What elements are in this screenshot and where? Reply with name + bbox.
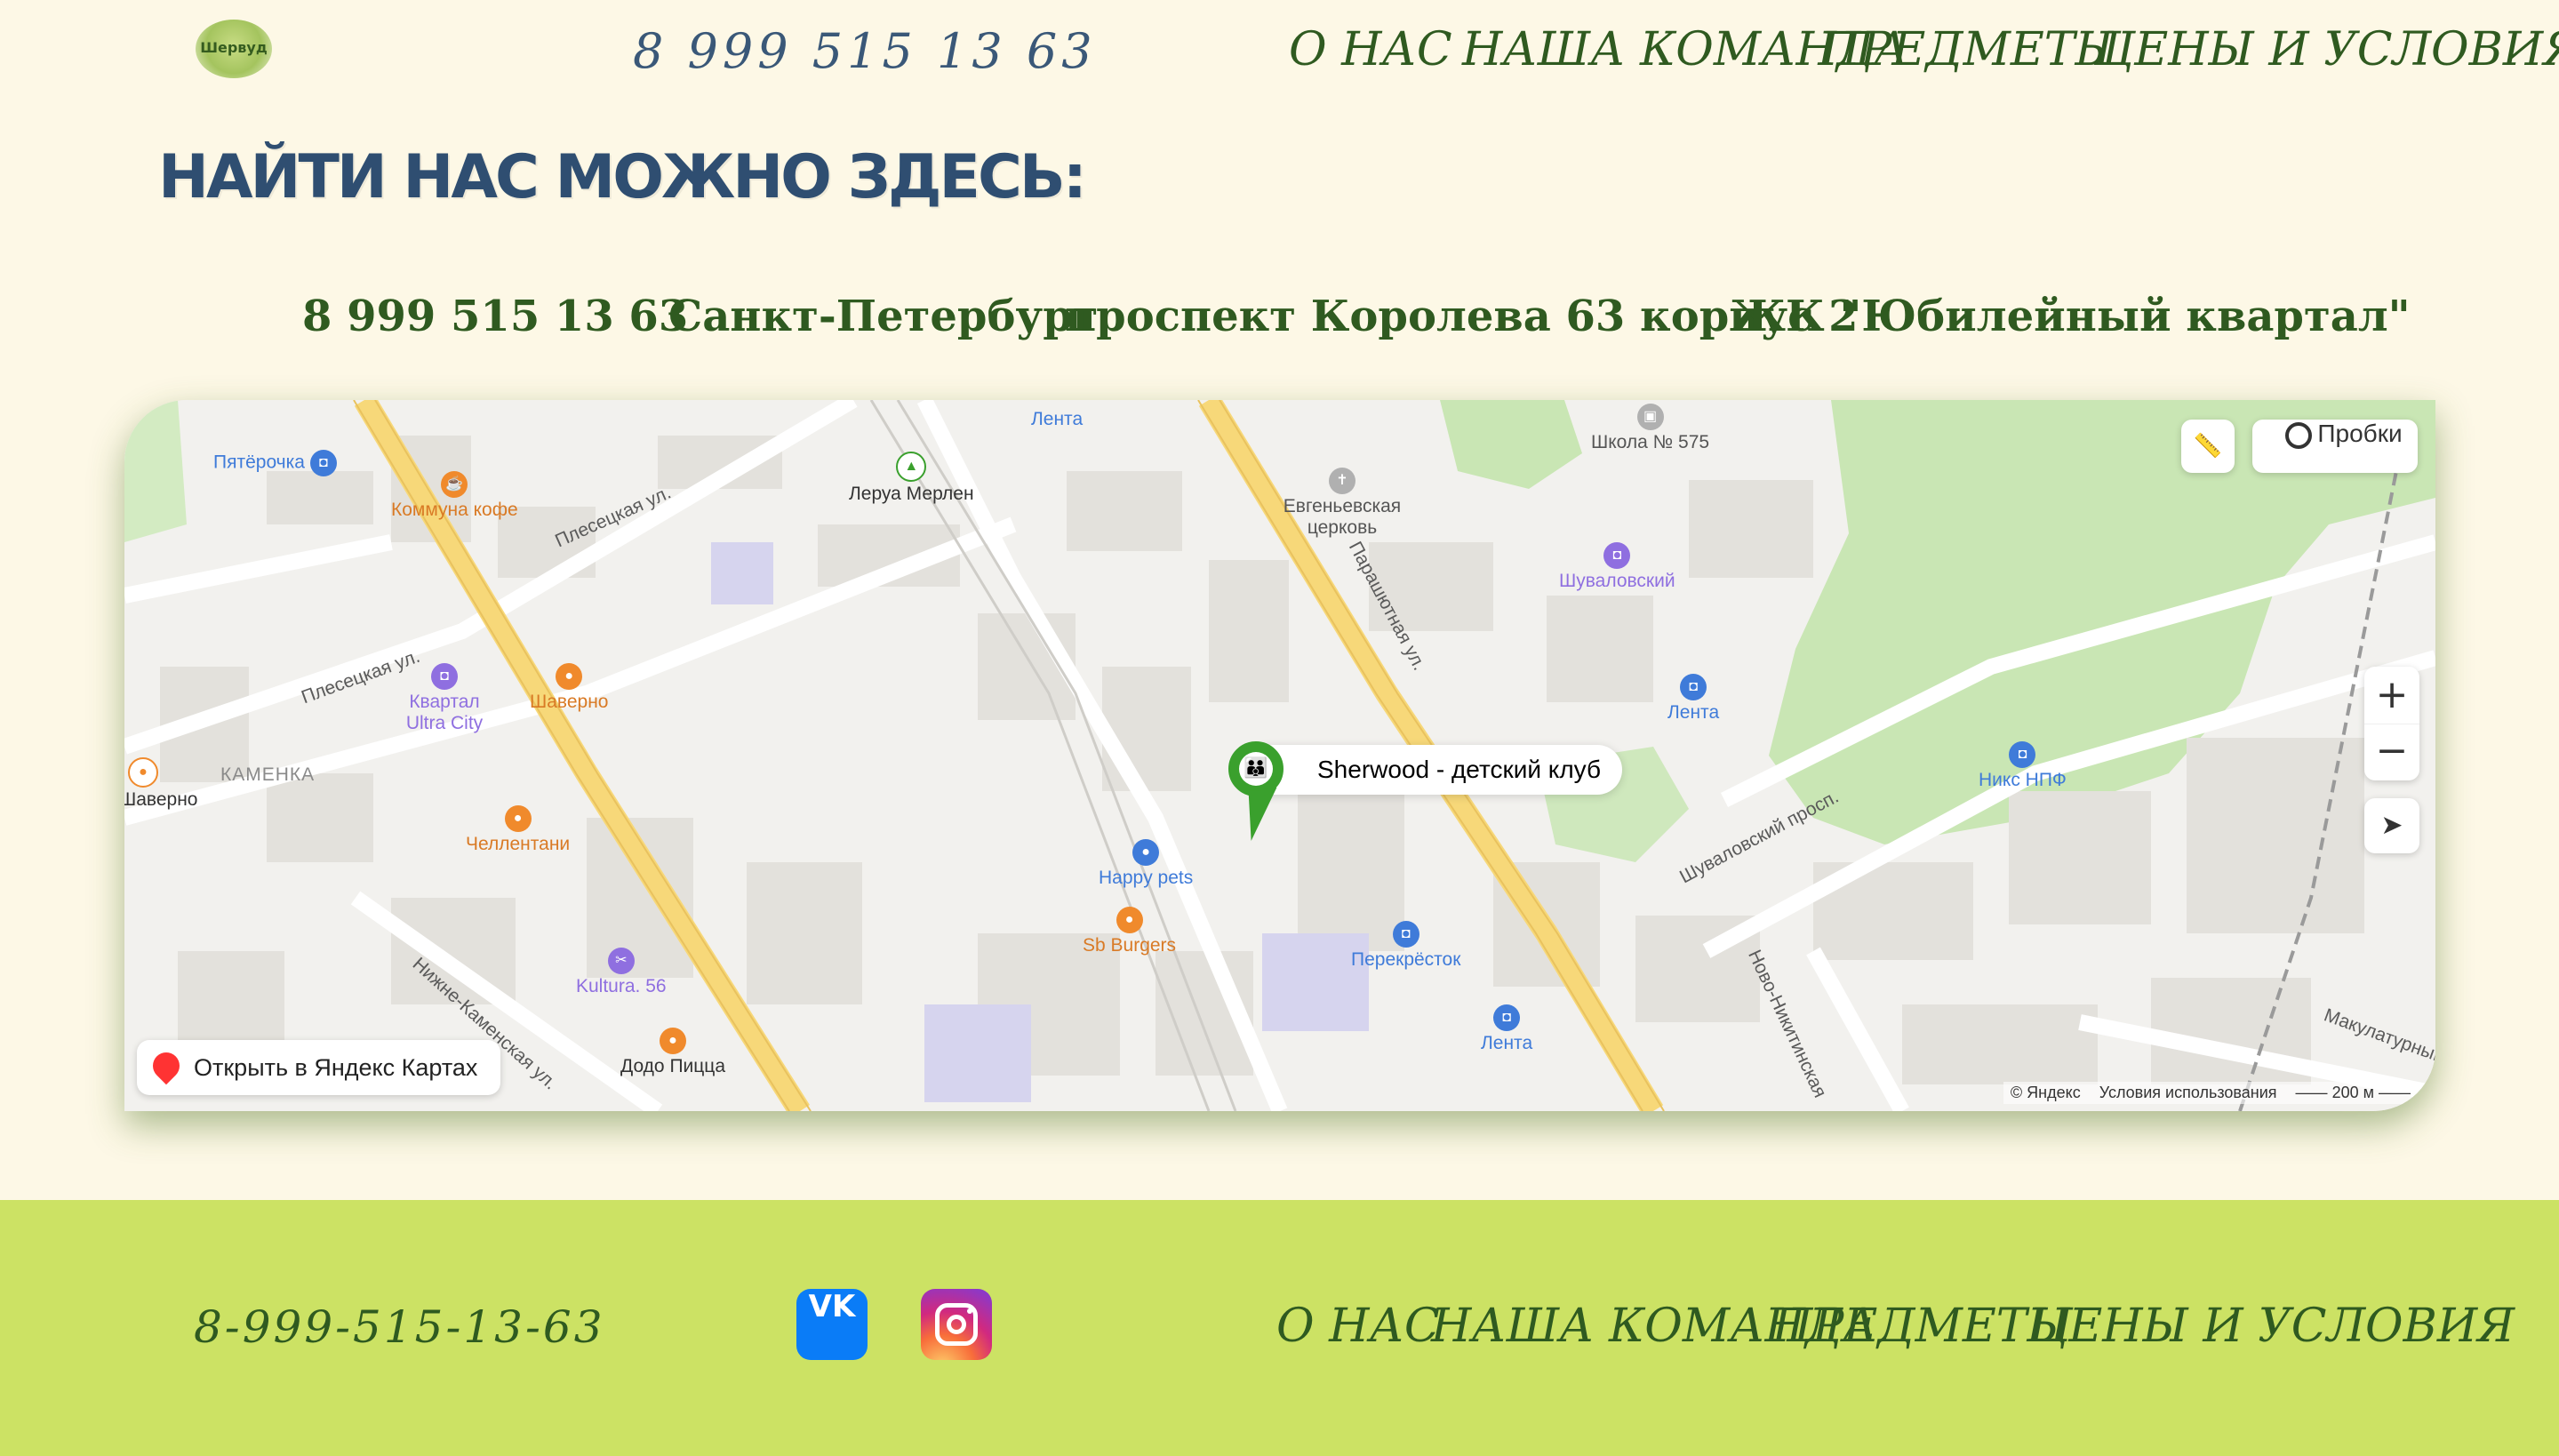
paw-icon: ● bbox=[1132, 839, 1160, 866]
scale-text: 200 м bbox=[2331, 1084, 2374, 1101]
traffic-label: Пробки bbox=[2317, 420, 2403, 447]
poi[interactable]: ◘ Шуваловский bbox=[1559, 542, 1675, 592]
poi[interactable]: ● Додо Пицца bbox=[620, 1028, 725, 1077]
place-name: Sherwood - детский клуб bbox=[1317, 756, 1602, 783]
contact-phone: 8 999 515 13 63 bbox=[302, 292, 689, 341]
header-nav: О НАС НАША КОМАНДА ПРЕДМЕТЫ ЦЕНЫ И УСЛОВ… bbox=[0, 23, 2559, 85]
yandex-map[interactable]: Плесецкая ул. Плесецкая ул. Парашютная у… bbox=[124, 400, 2435, 1111]
poi[interactable]: ● Happy pets bbox=[1099, 839, 1193, 889]
site-footer: 8-999-515-13-63 VK О НАС НАША КОМАНДА ПР… bbox=[0, 1200, 2559, 1456]
poi[interactable]: Пятёрочка ◘ bbox=[213, 450, 340, 476]
poi[interactable]: ◘ Лента bbox=[1481, 1004, 1532, 1054]
nav-prices[interactable]: ЦЕНЫ И УСЛОВИЯ bbox=[2094, 23, 2559, 76]
food-icon: ● bbox=[504, 805, 532, 832]
poi[interactable]: ◘ Перекрёсток bbox=[1351, 921, 1460, 971]
open-label: Открыть в Яндекс Картах bbox=[194, 1054, 478, 1081]
hardware-store-icon: ▲ bbox=[896, 452, 927, 482]
poi[interactable]: ● Шаверно bbox=[124, 757, 197, 811]
poi[interactable]: ◘ Никс НПФ bbox=[1979, 741, 2067, 791]
zoom-control: + − bbox=[2364, 667, 2419, 780]
shopping-cart-icon: ◘ bbox=[309, 450, 337, 476]
poi[interactable]: ☕ Коммуна кофе bbox=[391, 471, 518, 521]
poi-name: Sb Burgers bbox=[1083, 935, 1177, 956]
footer-nav: О НАС НАША КОМАНДА ПРЕДМЕТЫ ЦЕНЫ И УСЛОВ… bbox=[0, 1300, 2559, 1362]
mall-icon: ◘ bbox=[1603, 542, 1631, 569]
nav-subjects[interactable]: ПРЕДМЕТЫ bbox=[1820, 23, 2121, 76]
poi-name: Челлентани bbox=[466, 834, 571, 854]
traffic-icon bbox=[2285, 421, 2313, 449]
contact-complex: ЖК "Юбилейный квартал" bbox=[1730, 292, 2411, 341]
contact-city: Санкт-Петербург bbox=[668, 292, 1100, 341]
poi[interactable]: ● Челлентани bbox=[466, 805, 570, 855]
poi-name: Лента bbox=[1667, 702, 1720, 723]
poi-name: Перекрёсток bbox=[1351, 949, 1461, 970]
traffic-button[interactable]: Пробки bbox=[2252, 420, 2418, 473]
geolocation-icon[interactable]: ➤ bbox=[2364, 798, 2419, 853]
poi-name: Happy pets bbox=[1099, 868, 1194, 888]
map-marker-icon bbox=[147, 1046, 186, 1085]
poi-name: Евгеньевская церковь bbox=[1283, 496, 1402, 538]
shopping-cart-icon: ◘ bbox=[1680, 674, 1707, 700]
terms-link[interactable]: Условия использования bbox=[2099, 1084, 2277, 1101]
poi-name: Шаверно bbox=[124, 789, 198, 810]
family-icon: 👪 bbox=[1239, 752, 1273, 786]
poi-name: Додо Пицца bbox=[620, 1056, 726, 1076]
site-header: Шервуд 8 999 515 13 63 О НАС НАША КОМАНД… bbox=[0, 0, 2559, 133]
place-card[interactable]: Sherwood - детский клуб bbox=[1244, 745, 1623, 795]
poi-name: Школа № 575 bbox=[1591, 432, 1710, 452]
ruler-icon[interactable]: 📏 bbox=[2181, 420, 2235, 473]
district-label: КАМЕНКА bbox=[220, 764, 316, 785]
poi[interactable]: ▣ Школа № 575 bbox=[1591, 404, 1709, 453]
coffee-icon: ☕ bbox=[441, 471, 468, 498]
footer-nav-subjects[interactable]: ПРЕДМЕТЫ bbox=[1772, 1300, 2073, 1353]
poi-name: Шуваловский bbox=[1559, 571, 1675, 591]
poi-name: Пятёрочка bbox=[213, 452, 305, 473]
zoom-out-button[interactable]: − bbox=[2364, 724, 2419, 781]
poi-name: Лента bbox=[1481, 1033, 1533, 1053]
footer-nav-prices[interactable]: ЦЕНЫ И УСЛОВИЯ bbox=[2028, 1300, 2515, 1353]
poi[interactable]: ✂ Kultura. 56 bbox=[576, 948, 667, 997]
shopping-cart-icon: ◘ bbox=[1493, 1004, 1521, 1031]
section-title: НАЙТИ НАС МОЖНО ЗДЕСЬ: bbox=[158, 142, 1087, 212]
poi-name: Никс НПФ bbox=[1979, 770, 2067, 790]
poi[interactable]: ● Шаверно bbox=[530, 663, 608, 713]
shopping-cart-icon: ◘ bbox=[1392, 921, 1419, 948]
footer-nav-about[interactable]: О НАС bbox=[1276, 1300, 1440, 1353]
poi[interactable]: ● Sb Burgers bbox=[1083, 907, 1176, 956]
open-in-yandex-maps-button[interactable]: Открыть в Яндекс Картах bbox=[137, 1040, 501, 1095]
food-icon: ● bbox=[556, 663, 583, 690]
poi[interactable]: ◘ Лента bbox=[1667, 674, 1719, 724]
map-scale: —— 200 м —— bbox=[2295, 1084, 2411, 1101]
scissors-icon: ✂ bbox=[607, 948, 635, 974]
map-copyright: © Яндекс Условия использования —— 200 м … bbox=[2003, 1082, 2418, 1104]
poi-name: Kultura. 56 bbox=[576, 976, 667, 996]
location-pin-icon[interactable]: 👪 bbox=[1228, 741, 1283, 796]
poi-name: Лента bbox=[1031, 409, 1084, 429]
shopping-cart-icon: ◘ bbox=[2009, 741, 2036, 768]
school-icon: ▣ bbox=[1636, 404, 1664, 430]
food-icon: ● bbox=[1116, 907, 1143, 933]
church-icon: ✝ bbox=[1329, 468, 1355, 494]
poi[interactable]: Лента bbox=[1031, 409, 1083, 430]
poi[interactable]: ▲ Леруа Мерлен bbox=[849, 452, 974, 505]
pizza-icon: ● bbox=[660, 1028, 686, 1054]
zoom-in-button[interactable]: + bbox=[2364, 667, 2419, 724]
poi[interactable]: ◘ Квартал Ultra City bbox=[391, 663, 498, 734]
poi-name: Шаверно bbox=[530, 692, 609, 712]
poi-name: Квартал Ultra City bbox=[405, 692, 484, 733]
poi[interactable]: ✝ Евгеньевская церковь bbox=[1262, 468, 1422, 539]
nav-about[interactable]: О НАС bbox=[1289, 23, 1452, 76]
poi-name: Леруа Мерлен bbox=[849, 484, 974, 504]
poi-name: Коммуна кофе bbox=[391, 500, 518, 520]
copyright-text[interactable]: © Яндекс bbox=[2011, 1084, 2081, 1101]
food-icon: ● bbox=[128, 757, 158, 788]
mall-icon: ◘ bbox=[431, 663, 458, 690]
